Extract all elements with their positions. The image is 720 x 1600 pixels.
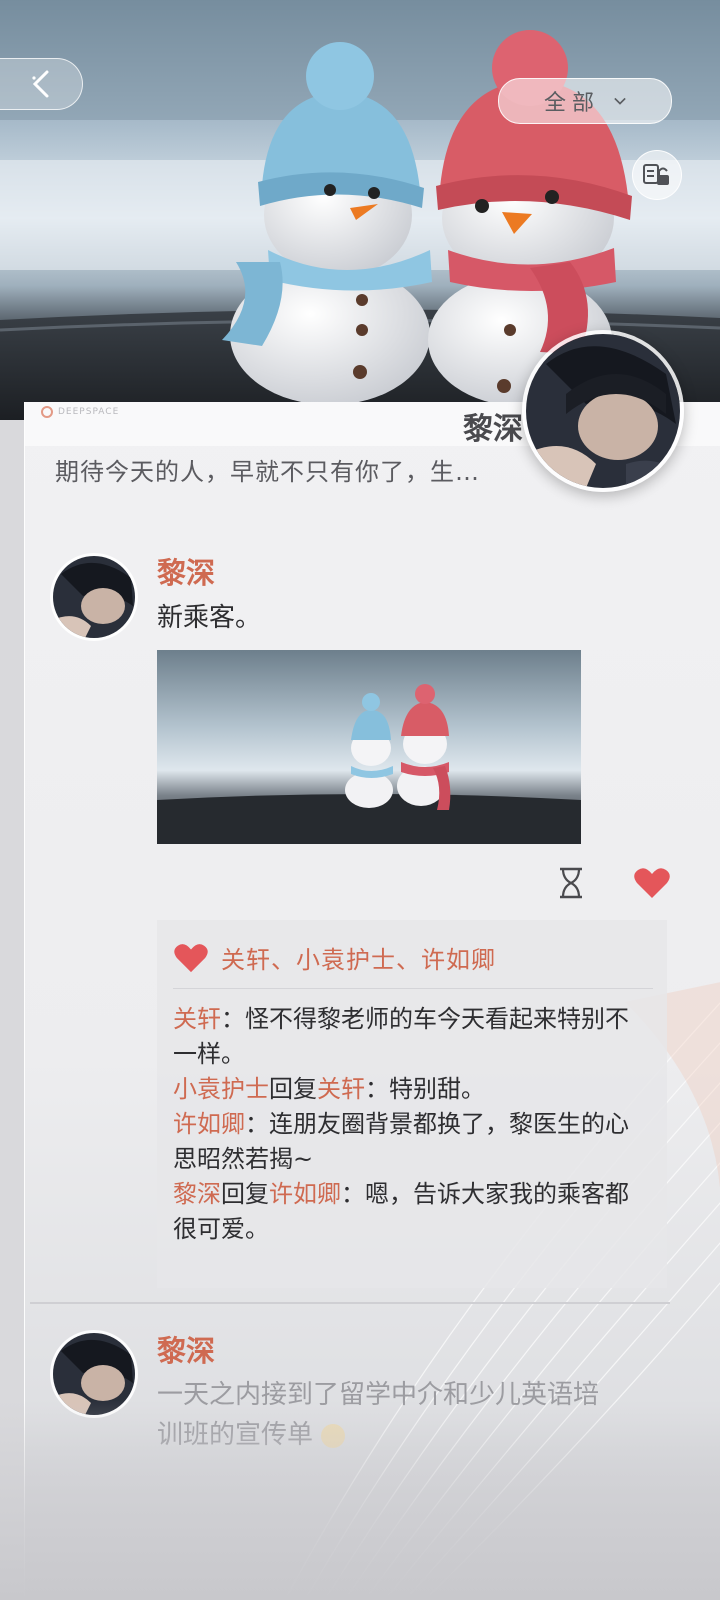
- reply-target[interactable]: 许如卿: [269, 1180, 341, 1208]
- post-author-avatar[interactable]: [50, 553, 138, 641]
- avatar-portrait: [526, 334, 680, 488]
- post-text-line: 一天之内接到了留学中介和少儿英语培: [157, 1380, 600, 1410]
- comment-author[interactable]: 黎深: [173, 1180, 221, 1208]
- reply-word: 回复: [269, 1075, 317, 1103]
- chevron-left-icon: [32, 70, 49, 98]
- brand-logo-icon: [41, 406, 53, 418]
- profile-signature[interactable]: 期待今天的人，早就不只有你了，生…: [55, 452, 480, 487]
- post-text-line: 训班的宣传单: [157, 1415, 599, 1455]
- brand-text: DEEPSPACE: [58, 407, 120, 417]
- post-photo[interactable]: [157, 650, 581, 844]
- comment-item[interactable]: 黎深回复许如卿：嗯，告诉大家我的乘客都很可爱。: [173, 1177, 635, 1247]
- comment-author[interactable]: 小袁护士: [173, 1075, 269, 1103]
- unlock-icon: [643, 164, 669, 185]
- chevron-down-icon: [614, 97, 626, 105]
- avatar-portrait: [53, 1333, 135, 1415]
- comment-separator: ：: [341, 1180, 365, 1208]
- post-divider: [30, 1302, 670, 1304]
- post-content-text: 一天之内接到了留学中介和少儿英语培 训班的宣传单: [157, 1375, 599, 1455]
- profile-avatar[interactable]: [522, 330, 684, 492]
- heart-icon: [174, 943, 208, 972]
- likes-row: 关轩、小袁护士、许如卿: [173, 940, 496, 975]
- snowmen-photo: [157, 650, 581, 844]
- comments-box: 关轩、小袁护士、许如卿 关轩：怪不得黎老师的车今天看起来特别不一样。 小袁护士回…: [157, 920, 667, 1288]
- hourglass-icon[interactable]: [556, 866, 586, 900]
- comment-separator: ：: [365, 1075, 389, 1103]
- filter-dropdown[interactable]: 全部: [498, 78, 672, 124]
- comment-item[interactable]: 许如卿：连朋友圈背景都换了，黎医生的心思昭然若揭~: [173, 1107, 635, 1177]
- reply-target[interactable]: 关轩: [317, 1075, 365, 1103]
- heart-icon[interactable]: [633, 866, 671, 900]
- brand-logo: DEEPSPACE: [41, 406, 119, 418]
- reply-word: 回复: [221, 1180, 269, 1208]
- emoji-icon: [321, 1423, 346, 1448]
- profile-name: 黎深: [463, 412, 523, 447]
- comment-list: 关轩：怪不得黎老师的车今天看起来特别不一样。 小袁护士回复关轩：特别甜。 许如卿…: [173, 1002, 635, 1247]
- comment-text: 特别甜。: [389, 1075, 485, 1103]
- post-author-name[interactable]: 黎深: [157, 1328, 215, 1370]
- post-text-line-2: 训班的宣传单: [157, 1420, 314, 1450]
- avatar-portrait: [53, 556, 135, 638]
- back-button[interactable]: [0, 58, 83, 110]
- likes-names[interactable]: 关轩、小袁护士、许如卿: [221, 940, 496, 975]
- comments-divider: [173, 988, 653, 989]
- comment-separator: ：: [245, 1110, 269, 1138]
- filter-label: 全部: [543, 91, 600, 116]
- comment-separator: ：: [221, 1005, 245, 1033]
- comment-author[interactable]: 许如卿: [173, 1110, 245, 1138]
- comment-item[interactable]: 小袁护士回复关轩：特别甜。: [173, 1072, 635, 1107]
- post-content-text: 新乘客。: [157, 603, 262, 633]
- privacy-lock-button[interactable]: [632, 150, 682, 200]
- comment-author[interactable]: 关轩: [173, 1005, 221, 1033]
- comment-item[interactable]: 关轩：怪不得黎老师的车今天看起来特别不一样。: [173, 1002, 635, 1072]
- post-author-avatar[interactable]: [50, 1330, 138, 1418]
- post-author-name[interactable]: 黎深: [157, 550, 215, 592]
